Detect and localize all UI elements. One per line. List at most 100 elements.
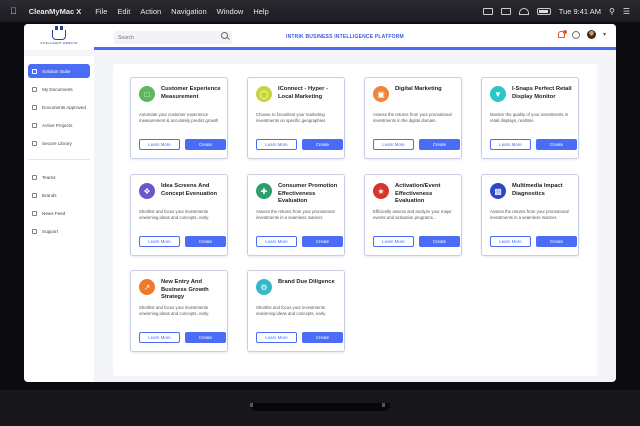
briefcase-icon: ▣ — [373, 86, 389, 102]
solution-card: ▩ Multimedia Impact Diagnostics Assess t… — [481, 174, 579, 256]
card-title: Consumer Promotion Effectiveness Evaluat… — [278, 183, 338, 204]
card-title: Brand Due Diligence — [278, 279, 335, 285]
solution-card: ↗ New Entry And Business Growth Strategy… — [130, 270, 228, 352]
learn-more-button[interactable]: Learn More — [139, 332, 180, 343]
menu-edit[interactable]: Edit — [117, 7, 130, 16]
card-title: Activation/Event Effectiveness Evaluatio… — [395, 183, 441, 204]
control-center-icon[interactable]: ☰ — [623, 7, 630, 16]
wifi-icon[interactable] — [518, 7, 529, 15]
menu-navigation[interactable]: Navigation — [171, 7, 206, 16]
airplay-icon[interactable] — [500, 7, 511, 15]
learn-more-button[interactable]: Learn More — [373, 139, 414, 150]
solution-card: ✚ Consumer Promotion Effectiveness Evalu… — [247, 174, 345, 256]
create-button[interactable]: Create — [185, 332, 226, 343]
menu-window[interactable]: Window — [217, 7, 244, 16]
notification-bell-icon[interactable] — [557, 30, 567, 38]
laptop-foot — [382, 403, 385, 407]
card-title: Digital Marketing — [395, 86, 442, 92]
create-button[interactable]: Create — [419, 139, 460, 150]
menu-help[interactable]: Help — [253, 7, 268, 16]
settings-gear-icon[interactable] — [571, 30, 580, 39]
learn-more-button[interactable]: Learn More — [256, 332, 297, 343]
card-title: Multimedia Impact Diagnostics — [512, 183, 563, 197]
apple-icon[interactable]:  — [10, 6, 17, 16]
header-accent-line — [94, 47, 616, 50]
menu-action[interactable]: Action — [140, 7, 161, 16]
solution-card: ▣ Digital Marketing Assess the returns f… — [364, 77, 462, 159]
card-description: Shortlist and focus your investments onw… — [256, 305, 327, 316]
battery-icon[interactable] — [536, 7, 551, 15]
sidebar-item-solution-suite[interactable]: Solution Suite — [28, 64, 90, 78]
card-title: I-Snaps Perfect Retail Display Monitor — [512, 86, 572, 100]
sidebar-item-label: Documents Approved — [42, 104, 86, 110]
solution-card: ⚙ Brand Due Diligence Shortlist and focu… — [247, 270, 345, 352]
lightbulb-icon: ◯ — [256, 86, 272, 102]
media-icon: ▩ — [490, 183, 506, 199]
folder-icon — [32, 122, 37, 128]
card-description: Choose to focus/test your marketing inve… — [256, 112, 326, 123]
solution-card: ▼ I-Snaps Perfect Retail Display Monitor… — [481, 77, 579, 159]
menubar-app-name[interactable]: CleanMyMac X — [29, 7, 82, 16]
sidebar-item-secure-library[interactable]: Secure Library — [28, 136, 90, 150]
trophy-icon: ★ — [373, 183, 389, 199]
app-window: INTELLIGENT WEBSITE INTRIK BUSINESS INTE… — [24, 24, 616, 382]
sidebar-item-news-feed[interactable]: News Feed — [28, 206, 90, 220]
card-description: Shortlist and focus your investments onw… — [139, 209, 210, 220]
learn-more-button[interactable]: Learn More — [490, 139, 531, 150]
search-icon[interactable] — [221, 32, 228, 39]
lock-icon — [32, 140, 37, 146]
sidebar-item-support[interactable]: Support — [28, 224, 90, 238]
sidebar-divider — [28, 159, 90, 160]
laptop-foot — [250, 403, 253, 407]
learn-more-button[interactable]: Learn More — [373, 236, 414, 247]
brand-logo[interactable]: INTELLIGENT WEBSITE — [24, 24, 94, 50]
solution-card: □ Customer Experience Measurement Automa… — [130, 77, 228, 159]
card-description: Assess the returns from your promotional… — [373, 112, 452, 123]
sidebar-item-documents-approved[interactable]: Documents Approved — [28, 100, 90, 114]
create-button[interactable]: Create — [185, 139, 226, 150]
sidebar-item-label: Active Projects — [42, 122, 73, 128]
create-button[interactable]: Create — [419, 236, 460, 247]
sidebar-item-brands[interactable]: Brands — [28, 188, 90, 202]
create-button[interactable]: Create — [536, 236, 577, 247]
card-title: IConnect - Hyper - Local Marketing — [278, 86, 328, 100]
create-button[interactable]: Create — [302, 236, 343, 247]
learn-more-button[interactable]: Learn More — [490, 236, 531, 247]
solution-card: ❖ Idea Screens And Concept Evenuation Sh… — [130, 174, 228, 256]
create-button[interactable]: Create — [536, 139, 577, 150]
sidebar-item-teams[interactable]: Teams — [28, 170, 90, 184]
create-button[interactable]: Create — [302, 332, 343, 343]
bar-chart-icon: □ — [139, 86, 155, 102]
castle-logo-icon — [52, 25, 66, 40]
chevron-down-icon[interactable]: ▾ — [603, 31, 606, 38]
display-icon[interactable] — [482, 7, 493, 15]
document-check-icon — [32, 104, 37, 110]
card-title: Idea Screens And Concept Evenuation — [161, 183, 218, 197]
user-avatar[interactable] — [586, 30, 596, 39]
growth-icon: ↗ — [139, 279, 155, 295]
gift-icon: ✚ — [256, 183, 272, 199]
menu-file[interactable]: File — [95, 7, 107, 16]
create-button[interactable]: Create — [302, 139, 343, 150]
solutions-panel: □ Customer Experience Measurement Automa… — [113, 64, 597, 376]
learn-more-button[interactable]: Learn More — [139, 139, 180, 150]
learn-more-button[interactable]: Learn More — [139, 236, 180, 247]
sidebar-item-label: Teams — [42, 174, 56, 180]
search-input[interactable] — [114, 31, 232, 44]
sidebar-item-active-projects[interactable]: Active Projects — [28, 118, 90, 132]
laptop-hinge — [250, 403, 390, 411]
macos-menu-bar:  CleanMyMac X File Edit Action Navigati… — [0, 0, 640, 22]
menubar-clock[interactable]: Tue 9:41 AM — [559, 7, 601, 16]
card-description: Shortlist and focus your investments onw… — [139, 305, 210, 316]
sidebar: Solution Suite My Documents Documents Ap… — [24, 56, 94, 382]
create-button[interactable]: Create — [185, 236, 226, 247]
support-icon — [32, 228, 37, 234]
sidebar-item-label: News Feed — [42, 210, 66, 216]
sidebar-item-label: Solution Suite — [42, 68, 71, 74]
learn-more-button[interactable]: Learn More — [256, 139, 297, 150]
learn-more-button[interactable]: Learn More — [256, 236, 297, 247]
card-description: Assess the returns from your promotional… — [256, 209, 335, 220]
card-description: Automate your customer experience measur… — [139, 112, 219, 123]
search-icon[interactable]: ⚲ — [609, 7, 615, 16]
sidebar-item-my-documents[interactable]: My Documents — [28, 82, 90, 96]
